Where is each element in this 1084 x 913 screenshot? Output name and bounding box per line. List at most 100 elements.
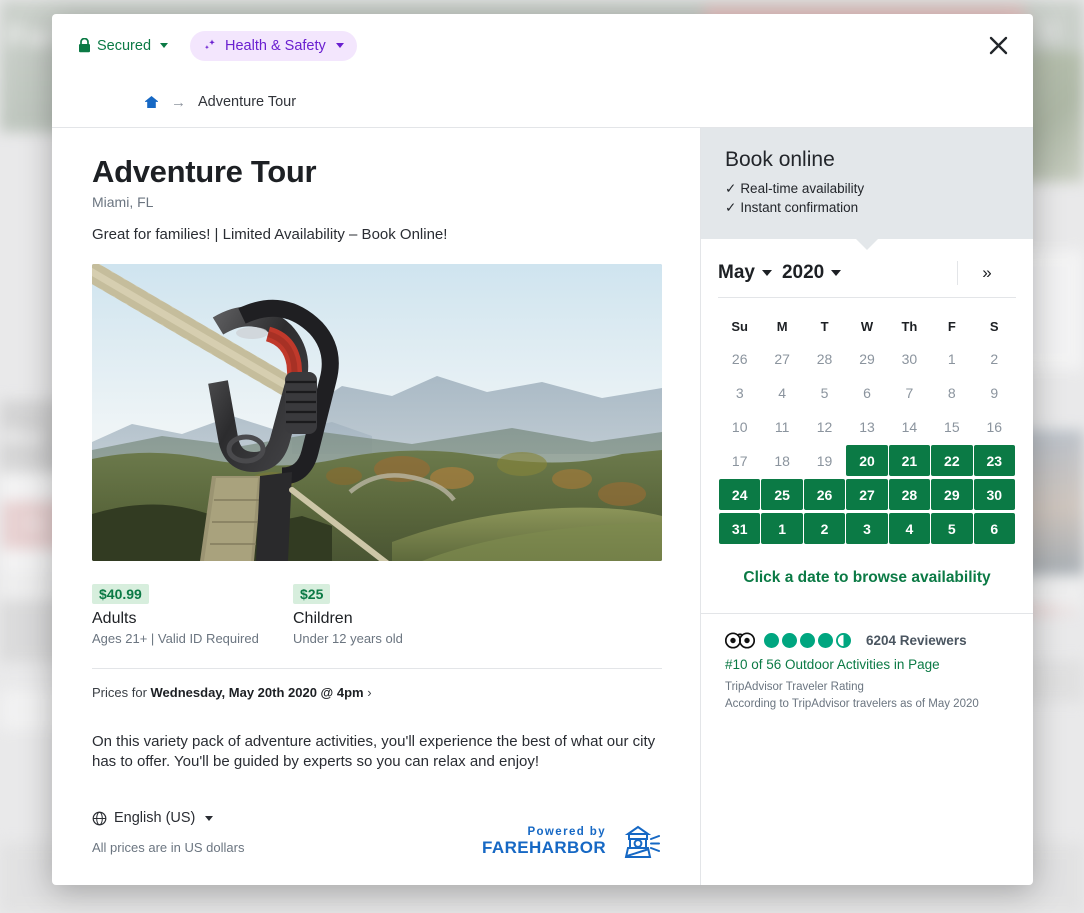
chevron-down-icon — [205, 816, 213, 821]
modal-body: Adventure Tour Miami, FL Great for famil… — [52, 127, 1033, 885]
calendar-day-available[interactable]: 5 — [931, 513, 972, 544]
powered-by-fareharbor[interactable]: Powered by FAREHARBOR — [482, 825, 660, 859]
calendar-day-available[interactable]: 22 — [931, 445, 972, 476]
calendar-week-row: 17181920212223 — [719, 445, 1015, 476]
calendar-day-available[interactable]: 2 — [804, 513, 845, 544]
health-safety-dropdown[interactable]: Health & Safety — [190, 31, 357, 61]
prices-for-prefix: Prices for — [92, 685, 151, 700]
price-label: Children — [293, 610, 494, 628]
calendar-day-available[interactable]: 20 — [846, 445, 887, 476]
calendar-day-unavailable: 17 — [719, 445, 760, 476]
calendar-day-available[interactable]: 21 — [889, 445, 930, 476]
calendar-day-unavailable: 8 — [931, 377, 972, 408]
rating-stars — [764, 633, 851, 648]
weekday-header: Su — [719, 311, 760, 340]
calendar-week-row: 3456789 — [719, 377, 1015, 408]
tripadvisor-rank-link[interactable]: #10 of 56 Outdoor Activities in Page — [725, 657, 1009, 672]
zipline-carabiner-mountain-photo — [92, 264, 662, 561]
calendar-week-row: 10111213141516 — [719, 411, 1015, 442]
calendar-day-unavailable: 11 — [761, 411, 802, 442]
weekday-header: S — [974, 311, 1015, 340]
booking-feature-label: Real-time availability — [740, 179, 864, 198]
calendar-day-unavailable: 7 — [889, 377, 930, 408]
calendar-day-available[interactable]: 4 — [889, 513, 930, 544]
tripadvisor-note-line1: TripAdvisor Traveler Rating — [725, 681, 864, 693]
next-month-button[interactable]: » — [957, 261, 1016, 285]
prices-for-link[interactable]: Prices for Wednesday, May 20th 2020 @ 4p… — [92, 668, 662, 700]
calendar-day-available[interactable]: 6 — [974, 513, 1015, 544]
calendar-day-unavailable: 12 — [804, 411, 845, 442]
tour-tagline: Great for families! | Limited Availabili… — [92, 226, 660, 243]
breadcrumb-current: Adventure Tour — [198, 94, 296, 110]
hamburger-menu-icon[interactable] — [1036, 22, 1062, 42]
weekday-header: W — [846, 311, 887, 340]
chevron-down-icon — [336, 43, 344, 48]
check-icon: ✓ — [725, 198, 736, 217]
tour-location: Miami, FL — [92, 194, 660, 210]
price-item: $40.99 Adults Ages 21+ | Valid ID Requir… — [92, 584, 293, 646]
tour-details-column: Adventure Tour Miami, FL Great for famil… — [52, 128, 700, 885]
calendar-day-unavailable: 27 — [761, 343, 802, 374]
secured-dropdown[interactable]: Secured — [72, 34, 174, 58]
month-label: May — [718, 262, 755, 284]
year-label: 2020 — [782, 262, 824, 284]
year-selector[interactable]: 2020 — [782, 262, 841, 284]
calendar-week-row: 31123456 — [719, 513, 1015, 544]
booking-modal: Secured Health & Safety → — [52, 14, 1033, 885]
calendar-day-available[interactable]: 31 — [719, 513, 760, 544]
weekday-header: T — [804, 311, 845, 340]
calendar-hint[interactable]: Click a date to browse availability — [718, 547, 1016, 613]
language-selector[interactable]: English (US) — [92, 810, 660, 826]
month-selector[interactable]: May — [718, 262, 772, 284]
calendar-day-available[interactable]: 30 — [974, 479, 1015, 510]
calendar-day-unavailable: 29 — [846, 343, 887, 374]
calendar-day-unavailable: 15 — [931, 411, 972, 442]
weekday-header: F — [931, 311, 972, 340]
availability-calendar: May 2020 » Su M T W — [701, 239, 1033, 613]
health-safety-label: Health & Safety — [225, 38, 326, 54]
page-title: Adventure Tour — [92, 154, 660, 190]
calendar-day-unavailable: 19 — [804, 445, 845, 476]
book-online-header: Book online ✓ Real-time availability ✓ I… — [701, 128, 1033, 239]
price-note: Under 12 years old — [293, 631, 494, 646]
price-badge: $25 — [293, 584, 330, 604]
calendar-day-unavailable: 30 — [889, 343, 930, 374]
calendar-day-available[interactable]: 1 — [761, 513, 802, 544]
calendar-day-available[interactable]: 29 — [931, 479, 972, 510]
header-notch — [856, 239, 878, 250]
calendar-day-available[interactable]: 26 — [804, 479, 845, 510]
calendar-day-unavailable: 4 — [761, 377, 802, 408]
calendar-day-available[interactable]: 23 — [974, 445, 1015, 476]
calendar-day-unavailable: 9 — [974, 377, 1015, 408]
tour-hero-image — [92, 264, 662, 561]
globe-icon — [92, 811, 107, 826]
close-button[interactable] — [981, 29, 1015, 63]
rating-circle — [818, 633, 833, 648]
home-icon[interactable] — [144, 95, 159, 109]
arrow-right-icon: → — [171, 94, 186, 111]
tripadvisor-note: TripAdvisor Traveler Rating According to… — [725, 679, 1009, 712]
chevron-down-icon — [160, 43, 168, 48]
calendar-day-available[interactable]: 27 — [846, 479, 887, 510]
rating-circle — [782, 633, 797, 648]
calendar-day-available[interactable]: 3 — [846, 513, 887, 544]
calendar-day-unavailable: 6 — [846, 377, 887, 408]
calendar-day-available[interactable]: 25 — [761, 479, 802, 510]
booking-feature: ✓ Instant confirmation — [725, 198, 1009, 217]
tour-description: On this variety pack of adventure activi… — [92, 732, 662, 772]
modal-topbar: Secured Health & Safety — [52, 14, 1033, 77]
booking-feature: ✓ Real-time availability — [725, 179, 1009, 198]
calendar-day-available[interactable]: 24 — [719, 479, 760, 510]
weekday-header: Th — [889, 311, 930, 340]
calendar-day-unavailable: 5 — [804, 377, 845, 408]
calendar-day-unavailable: 10 — [719, 411, 760, 442]
chevron-down-icon — [762, 270, 772, 276]
calendar-day-available[interactable]: 28 — [889, 479, 930, 510]
calendar-header: May 2020 » — [718, 261, 1016, 298]
reviewer-count: 6204 Reviewers — [866, 633, 967, 648]
calendar-day-unavailable: 18 — [761, 445, 802, 476]
calendar-day-unavailable: 14 — [889, 411, 930, 442]
calendar-day-unavailable: 1 — [931, 343, 972, 374]
calendar-day-unavailable: 3 — [719, 377, 760, 408]
calendar-day-unavailable: 13 — [846, 411, 887, 442]
